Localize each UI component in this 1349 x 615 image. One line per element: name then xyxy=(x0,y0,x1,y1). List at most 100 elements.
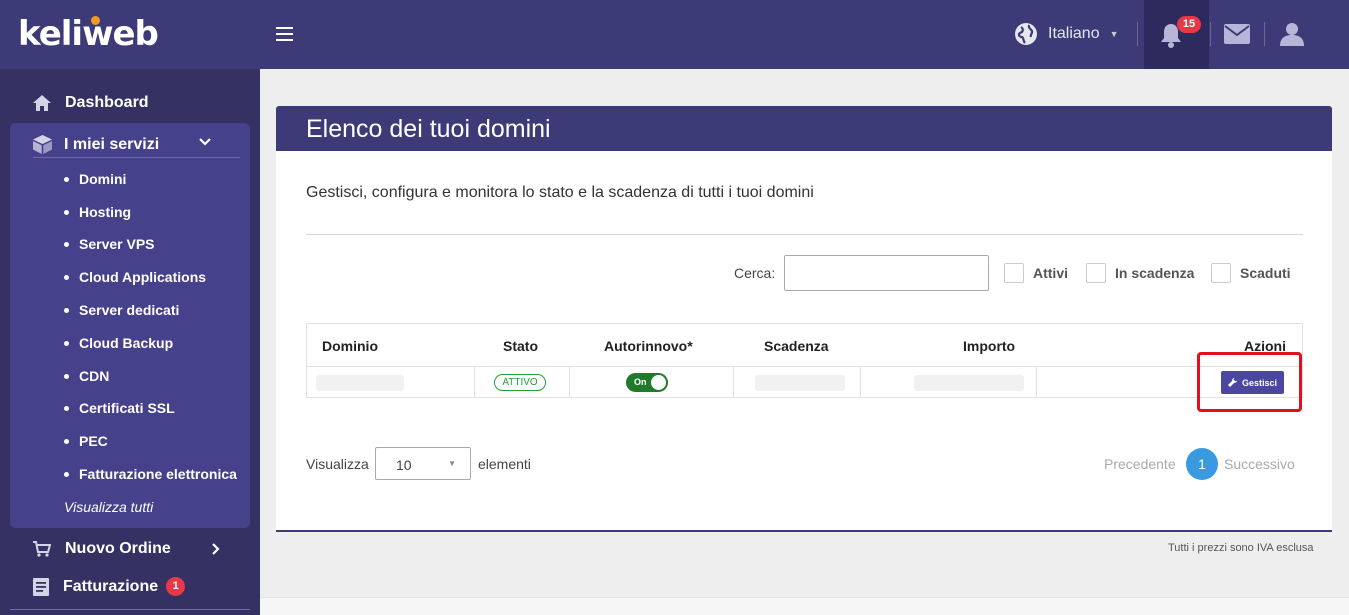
cell-divider xyxy=(569,367,570,398)
mail-button[interactable] xyxy=(1224,24,1250,49)
globe-icon xyxy=(1015,23,1037,45)
divider xyxy=(1137,22,1138,46)
chevron-down-icon: ▼ xyxy=(1109,29,1119,39)
sidebar-item-dashboard[interactable]: Dashboard xyxy=(33,94,149,112)
bullet xyxy=(64,405,69,411)
redacted-amount xyxy=(914,375,1024,391)
chevron-down-icon: ▼ xyxy=(448,459,456,468)
logo-dot xyxy=(91,16,100,25)
bullet xyxy=(64,340,69,346)
sidebar-item-server-vps[interactable]: Server VPS xyxy=(64,236,155,252)
chevron-down-icon xyxy=(199,138,211,146)
column-header-autorenew[interactable]: Autorinnovo* xyxy=(604,338,693,354)
sidebar-item-certificati-ssl[interactable]: Certificati SSL xyxy=(64,400,175,416)
redacted-expiry xyxy=(755,375,845,391)
elements-label: elementi xyxy=(478,456,531,472)
column-header-domain[interactable]: Dominio xyxy=(322,338,378,354)
box-icon xyxy=(33,135,52,154)
sidebar-item-services[interactable]: I miei servizi xyxy=(33,132,240,158)
page-title: Elenco dei tuoi domini xyxy=(306,115,551,143)
card-body: Gestisci, configura e monitora lo stato … xyxy=(276,151,1332,532)
invoice-icon xyxy=(33,577,49,596)
language-selector[interactable]: Italiano ▼ xyxy=(1014,22,1119,46)
bullet xyxy=(64,307,69,313)
column-header-expiry[interactable]: Scadenza xyxy=(764,338,829,354)
bullet xyxy=(64,274,69,280)
wrench-icon xyxy=(1227,378,1237,387)
sidebar-item-hosting[interactable]: Hosting xyxy=(64,204,131,220)
filter-active-checkbox[interactable]: Attivi xyxy=(1004,263,1068,283)
bullet xyxy=(64,438,69,444)
checkbox[interactable] xyxy=(1086,263,1106,283)
chevron-right-icon xyxy=(212,543,220,555)
divider xyxy=(1264,22,1265,46)
filter-expiring-checkbox[interactable]: In scadenza xyxy=(1086,263,1194,283)
bullet xyxy=(64,373,69,379)
search-input[interactable] xyxy=(784,255,989,291)
cell-divider xyxy=(1036,367,1037,398)
manage-button-label: Gestisci xyxy=(1241,377,1278,388)
sidebar-item-fatturazione-elettronica[interactable]: Fatturazione elettronica xyxy=(64,466,237,482)
column-header-actions: Azioni xyxy=(1244,338,1286,354)
bullet xyxy=(64,209,69,215)
divider xyxy=(1210,22,1211,46)
page-size-value: 10 xyxy=(396,457,412,473)
checkbox[interactable] xyxy=(1004,263,1024,283)
pagination-prev[interactable]: Precedente xyxy=(1104,456,1176,472)
card-header: Elenco dei tuoi domini xyxy=(276,106,1332,151)
sidebar-item-label: Fatturazione xyxy=(63,577,159,595)
vat-note: Tutti i prezzi sono IVA esclusa xyxy=(1168,542,1314,554)
divider xyxy=(10,609,250,610)
page-size-label: Visualizza xyxy=(306,456,369,472)
bullet xyxy=(64,241,69,247)
cell-divider xyxy=(474,367,475,398)
filter-expired-checkbox[interactable]: Scaduti xyxy=(1211,263,1291,283)
pagination-page-1[interactable]: 1 xyxy=(1186,448,1218,480)
search-label: Cerca: xyxy=(734,265,776,281)
autorenew-toggle[interactable]: On xyxy=(626,373,668,392)
divider xyxy=(306,234,1303,235)
billing-badge: 1 xyxy=(166,577,186,596)
services-submenu: I miei servizi Domini Hosting Server VPS… xyxy=(10,123,250,528)
pagination-next[interactable]: Successivo xyxy=(1224,456,1295,472)
sidebar-item-new-order[interactable]: Nuovo Ordine xyxy=(33,540,171,558)
column-header-status[interactable]: Stato xyxy=(503,338,538,354)
notifications-button[interactable] xyxy=(1144,0,1209,69)
cell-divider xyxy=(733,367,734,398)
sidebar: Dashboard I miei servizi Domini Hosting … xyxy=(0,69,260,615)
sidebar-item-pec[interactable]: PEC xyxy=(64,433,108,449)
manage-button[interactable]: Gestisci xyxy=(1221,371,1284,394)
home-icon xyxy=(33,95,51,111)
sidebar-item-domini[interactable]: Domini xyxy=(64,171,126,187)
sidebar-item-billing[interactable]: Fatturazione 1 xyxy=(33,577,186,596)
sidebar-item-view-all[interactable]: Visualizza tutti xyxy=(64,499,153,515)
status-badge: ATTIVO xyxy=(494,374,546,391)
sidebar-item-label: Nuovo Ordine xyxy=(65,540,171,557)
redacted-domain xyxy=(316,375,404,391)
footer-strip xyxy=(260,597,1349,615)
logo[interactable]: keliweb xyxy=(18,14,159,54)
menu-icon[interactable] xyxy=(276,27,293,41)
top-bar: keliweb Italiano ▼ 15 xyxy=(0,0,1349,69)
language-label: Italiano xyxy=(1048,25,1100,42)
sidebar-item-cloud-applications[interactable]: Cloud Applications xyxy=(64,269,206,285)
toggle-label: On xyxy=(634,377,647,387)
domains-table: Dominio Stato Autorinnovo* Scadenza Impo… xyxy=(306,323,1303,398)
logo-text: keliweb xyxy=(18,14,159,54)
notifications-badge: 15 xyxy=(1177,16,1201,33)
cart-icon xyxy=(33,541,51,557)
bullet xyxy=(64,176,69,182)
sidebar-item-cloud-backup[interactable]: Cloud Backup xyxy=(64,335,173,351)
page-size-select[interactable]: 10 ▼ xyxy=(375,447,471,480)
checkbox[interactable] xyxy=(1211,263,1231,283)
user-icon xyxy=(1280,23,1304,46)
user-menu-button[interactable] xyxy=(1280,22,1304,51)
toggle-knob xyxy=(651,375,666,390)
sidebar-item-label: I miei servizi xyxy=(64,135,160,153)
intro-text: Gestisci, configura e monitora lo stato … xyxy=(306,184,814,201)
sidebar-item-cdn[interactable]: CDN xyxy=(64,368,109,384)
sidebar-item-label: Dashboard xyxy=(65,94,149,111)
sidebar-item-server-dedicati[interactable]: Server dedicati xyxy=(64,302,179,318)
column-header-amount[interactable]: Importo xyxy=(963,338,1015,354)
cell-divider xyxy=(860,367,861,398)
